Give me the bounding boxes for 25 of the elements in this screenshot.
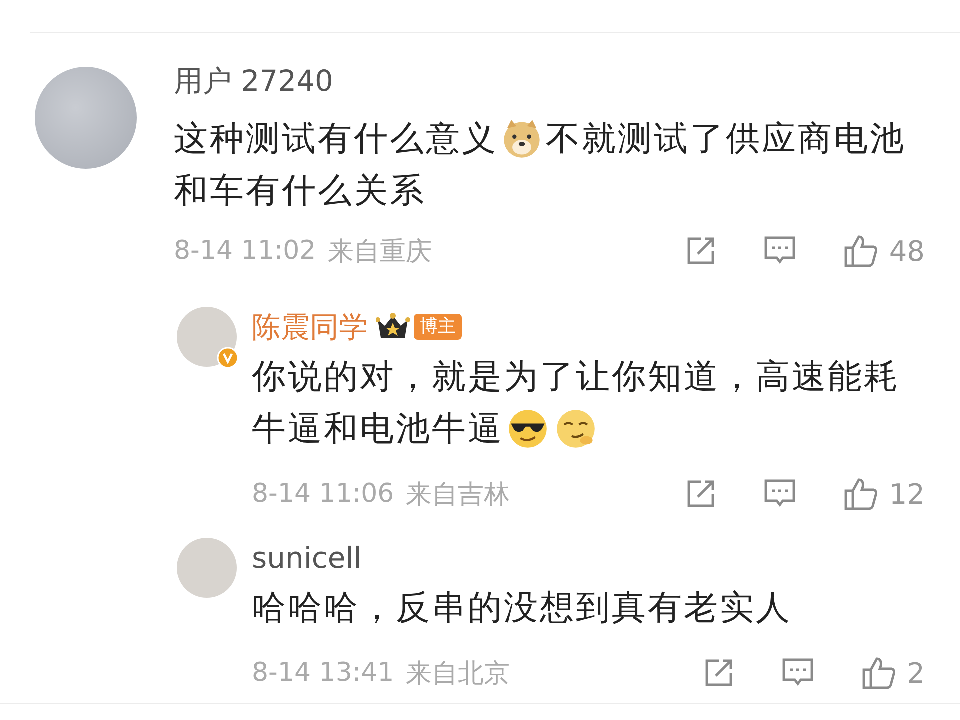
comment-time: 8-14 13:41 [252, 658, 394, 688]
thumbs-up-icon[interactable] [861, 656, 898, 690]
like-count: 2 [907, 656, 925, 690]
dog-emoji-icon [501, 118, 543, 160]
comment-text: 哈哈哈，反串的没想到真有老实人 [252, 587, 792, 630]
blogger-badge: 博主 [414, 314, 462, 340]
like-count: 12 [889, 478, 925, 510]
comment-text: 这种测试有什么意义 [174, 118, 498, 161]
comment-location: 来自重庆 [328, 236, 432, 268]
thumbs-up-icon[interactable] [843, 477, 880, 511]
comment-text: 你说的对，就是为了让你知道，高速能耗 [252, 356, 900, 399]
comment-location: 来自吉林 [406, 478, 510, 512]
like-count: 48 [889, 234, 925, 268]
user-name[interactable]: 用户 27240 [174, 61, 334, 101]
sunglasses-emoji-icon [507, 408, 549, 450]
comment-text: 牛逼和电池牛逼 [252, 408, 504, 451]
smirk-emoji-icon [555, 408, 597, 450]
thumbs-up-icon[interactable] [843, 234, 880, 268]
user-name[interactable]: sunicell [252, 538, 362, 578]
comment-time: 8-14 11:06 [252, 479, 394, 509]
comment-text: 和车有什么关系 [174, 170, 426, 213]
verified-icon [217, 347, 239, 369]
comment-location: 来自北京 [406, 658, 510, 690]
comment-time: 8-14 11:02 [174, 236, 316, 266]
comment-text: 不就测试了供应商电池 [546, 118, 906, 161]
